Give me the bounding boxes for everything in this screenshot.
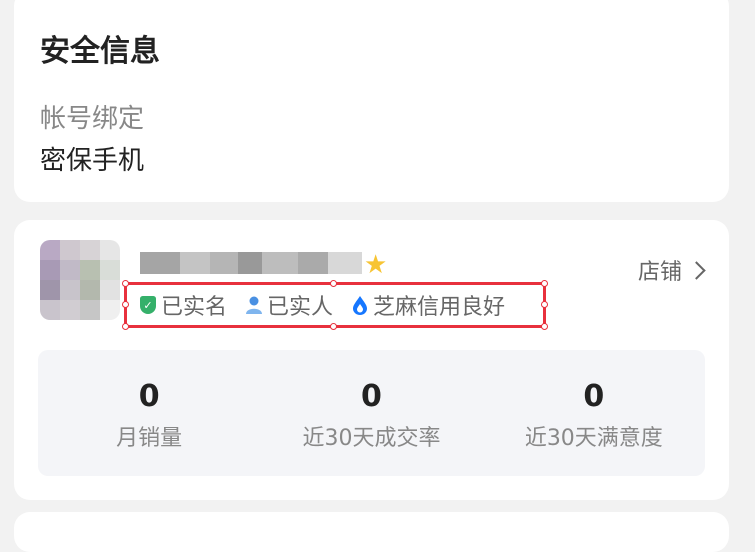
badge-sesame-credit: 芝麻信用良好: [351, 289, 505, 321]
verified-shield-icon: ✓: [139, 296, 157, 314]
selection-handle: [122, 280, 129, 287]
seller-info-card: ★ 店铺 ✓ 已实名 已实人 芝麻信用良好 0 月销量 0 近30天成交率 0 …: [14, 220, 729, 500]
stat-30day-deal-rate: 0 近30天成交率: [260, 350, 482, 476]
shop-link-label: 店铺: [637, 260, 682, 285]
chevron-right-icon: [687, 260, 706, 280]
person-verified-icon: [245, 296, 263, 314]
stat-value: 0: [583, 378, 605, 414]
avatar[interactable]: [40, 240, 120, 320]
security-info-card: 安全信息 帐号绑定 密保手机: [14, 0, 729, 202]
stat-monthly-sales: 0 月销量: [38, 350, 260, 476]
badge-real-person-label: 已实人: [267, 295, 334, 320]
selection-handle: [541, 301, 548, 308]
stat-value: 0: [361, 378, 382, 414]
verification-badges: ✓ 已实名 已实人 芝麻信用良好: [122, 280, 548, 330]
badge-sesame-credit-label: 芝麻信用良好: [373, 295, 506, 320]
selection-handle: [541, 323, 548, 330]
seller-stats: 0 月销量 0 近30天成交率 0 近30天满意度: [38, 350, 705, 476]
selection-handle: [330, 280, 337, 287]
next-card: [14, 512, 729, 552]
stat-30day-satisfaction: 0 近30天满意度: [483, 350, 705, 476]
badge-real-name: ✓ 已实名: [139, 289, 227, 321]
security-info-title: 安全信息: [40, 34, 160, 69]
seller-name-blurred: [140, 244, 362, 282]
selection-handle: [541, 280, 548, 287]
account-binding-label: 帐号绑定: [40, 104, 145, 134]
selection-handle: [122, 323, 129, 330]
security-phone-value: 密保手机: [40, 146, 145, 176]
stat-label: 月销量: [116, 425, 183, 451]
selection-handle: [330, 323, 337, 330]
badge-real-person: 已实人: [245, 289, 333, 321]
star-icon: ★: [364, 250, 388, 280]
stat-label: 近30天成交率: [302, 425, 441, 451]
shop-link[interactable]: 店铺: [637, 254, 706, 286]
selection-handle: [122, 301, 129, 308]
badge-real-name-label: 已实名: [161, 295, 228, 320]
stat-label: 近30天满意度: [524, 425, 663, 451]
sesame-credit-icon: [351, 296, 369, 315]
stat-value: 0: [138, 378, 160, 414]
